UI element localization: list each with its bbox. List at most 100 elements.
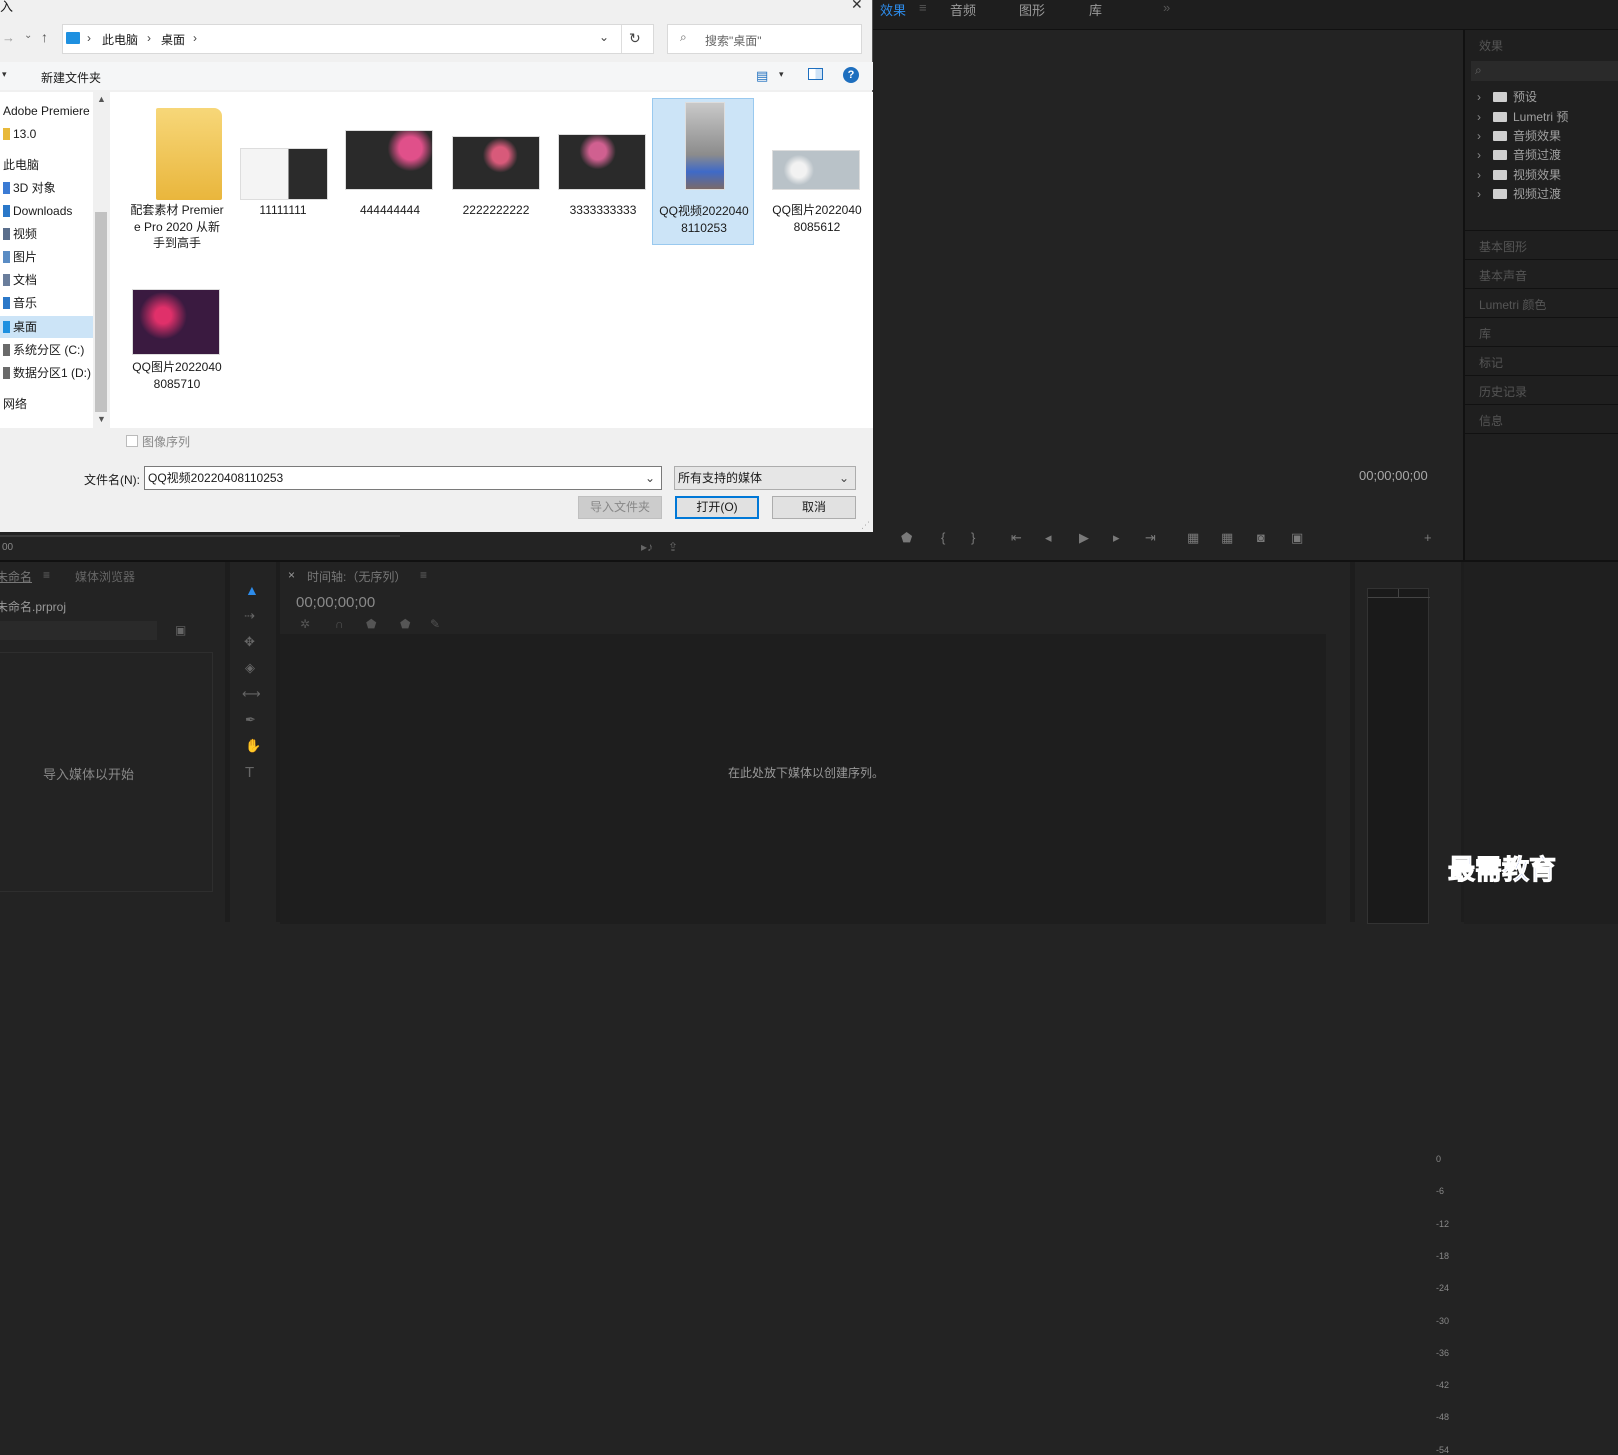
view-mode-icon[interactable]: ▤ <box>756 68 768 84</box>
effects-folder-video-transitions[interactable]: › 视频过渡 <box>1477 185 1561 202</box>
folder-item[interactable]: 配套素材 Premiere Pro 2020 从新手到高手 <box>129 102 225 250</box>
go-to-in-icon[interactable]: ⇤ <box>1011 530 1022 546</box>
tab-timeline[interactable]: 时间轴:（无序列） <box>307 568 406 585</box>
effects-folder-audio-transitions[interactable]: › 音频过渡 <box>1477 146 1561 163</box>
nav-item[interactable]: 音乐 <box>0 292 93 314</box>
nav-item[interactable]: 13.0 <box>0 123 93 145</box>
chevron-down-icon[interactable]: ⌄ <box>645 467 655 489</box>
wrench-icon[interactable]: ✎ <box>430 617 440 631</box>
tab-menu-icon[interactable]: ≡ <box>919 0 927 16</box>
preview-pane-icon[interactable] <box>808 68 823 80</box>
panel-info[interactable]: 信息 <box>1465 404 1618 434</box>
nav-item[interactable]: 3D 对象 <box>0 177 93 199</box>
tab-graphics[interactable]: 图形 <box>1019 0 1045 18</box>
pen-tool-icon[interactable]: ✒ <box>245 712 256 728</box>
file-item[interactable]: 11111111 <box>235 102 331 242</box>
tab-menu-icon[interactable]: ≡ <box>420 568 427 582</box>
hand-tool-icon[interactable]: ✋ <box>245 738 261 754</box>
panel-essential-sound[interactable]: 基本声音 <box>1465 259 1618 288</box>
nav-item[interactable]: 视频 <box>0 223 93 245</box>
effects-folder-presets[interactable]: › 预设 <box>1477 88 1537 105</box>
nav-item[interactable]: 系统分区 (C:) <box>0 339 93 361</box>
nav-item[interactable]: 网络 <box>0 393 93 415</box>
effects-search-input[interactable]: ⌕ <box>1471 61 1618 81</box>
overwrite-icon[interactable]: ⇪ <box>668 540 678 554</box>
effects-folder-video-effects[interactable]: › 视频效果 <box>1477 166 1561 183</box>
forward-icon[interactable]: → <box>2 30 15 45</box>
scroll-thumb[interactable] <box>95 212 107 412</box>
tab-libraries[interactable]: 库 <box>1089 0 1102 18</box>
tab-project[interactable]: 未命名 <box>0 568 32 585</box>
help-icon[interactable]: ? <box>843 67 859 83</box>
play-icon[interactable]: ▶ <box>1079 530 1089 546</box>
lift-icon[interactable]: ▦ <box>1187 530 1199 546</box>
filename-field[interactable]: QQ视频20220408110253 ⌄ <box>144 466 662 490</box>
import-folder-button[interactable]: 导入文件夹 <box>578 496 662 519</box>
selection-tool-icon[interactable]: ▲ <box>245 582 259 598</box>
new-folder-button[interactable]: 新建文件夹 <box>41 69 101 86</box>
add-marker-icon[interactable]: ⬟ <box>901 530 912 546</box>
nav-item[interactable]: Downloads <box>0 200 93 222</box>
panel-markers[interactable]: 标记 <box>1465 346 1618 375</box>
address-bar[interactable]: › 此电脑 › 桌面 › ⌄ ↻ <box>62 24 654 54</box>
type-tool-icon[interactable]: T <box>245 764 254 781</box>
compare-icon[interactable]: ▣ <box>1291 530 1303 546</box>
file-item[interactable]: 3333333333 <box>555 102 651 242</box>
file-item[interactable]: 2222222222 <box>448 102 544 242</box>
tab-effects[interactable]: 效果 <box>880 0 906 18</box>
source-scrub-bar[interactable] <box>0 535 400 537</box>
file-type-select[interactable]: 所有支持的媒体 ⌄ <box>674 466 856 490</box>
recent-locations-icon[interactable]: ⌄ <box>24 30 32 41</box>
scroll-up-icon[interactable]: ▲ <box>97 94 106 104</box>
file-item[interactable]: QQ图片20220408085612 <box>769 102 865 242</box>
mark-in-icon[interactable]: { <box>941 530 945 545</box>
file-item[interactable]: 444444444 <box>342 102 438 242</box>
panel-lumetri-color[interactable]: Lumetri 颜色 <box>1465 288 1618 317</box>
scroll-down-icon[interactable]: ▼ <box>97 414 106 424</box>
ripple-edit-icon[interactable]: ✥ <box>244 634 255 650</box>
timeline-drop-area[interactable]: 在此处放下媒体以创建序列。 <box>280 634 1326 924</box>
panel-history[interactable]: 历史记录 <box>1465 375 1618 404</box>
close-icon[interactable]: × <box>288 568 295 582</box>
step-back-icon[interactable]: ◂ <box>1045 530 1052 546</box>
track-select-icon[interactable]: ⇢ <box>244 608 255 624</box>
export-frame-icon[interactable]: ◙ <box>1257 530 1265 545</box>
marker-icon[interactable]: ⬟ <box>400 617 410 631</box>
project-drop-area[interactable]: 导入媒体以开始 <box>0 652 213 892</box>
chevron-down-icon[interactable]: ▾ <box>779 69 784 80</box>
go-to-out-icon[interactable]: ⇥ <box>1145 530 1156 546</box>
mark-out-icon[interactable]: } <box>971 530 975 545</box>
slip-tool-icon[interactable]: ⟷ <box>242 686 261 702</box>
tab-audio[interactable]: 音频 <box>950 0 976 18</box>
organize-dropdown-icon[interactable]: ▾ <box>2 69 7 80</box>
close-button[interactable]: ✕ <box>851 0 863 13</box>
nav-item[interactable]: 图片 <box>0 246 93 268</box>
project-search-input[interactable] <box>0 621 157 640</box>
more-tabs-icon[interactable]: » <box>1163 0 1170 16</box>
chevron-down-icon[interactable]: ⌄ <box>839 467 849 489</box>
refresh-icon[interactable]: ↻ <box>629 30 641 47</box>
nav-item[interactable]: 文档 <box>0 269 93 291</box>
linked-selection-icon[interactable]: ∩ <box>335 617 344 631</box>
add-button-icon[interactable]: + <box>1424 530 1432 545</box>
tab-menu-icon[interactable]: ≡ <box>43 568 50 582</box>
tab-media-browser[interactable]: 媒体浏览器 <box>75 568 135 585</box>
step-forward-icon[interactable]: ▸ <box>1113 530 1120 546</box>
file-item[interactable]: QQ视频20220408110253 <box>652 98 754 245</box>
nav-item[interactable]: 数据分区1 (D:) <box>0 362 93 384</box>
panel-libraries[interactable]: 库 <box>1465 317 1618 346</box>
up-icon[interactable]: ↑ <box>41 29 48 45</box>
effects-folder-lumetri[interactable]: › Lumetri 预 <box>1477 108 1568 125</box>
chevron-down-icon[interactable]: ⌄ <box>599 30 609 44</box>
razor-tool-icon[interactable]: ◈ <box>245 660 255 676</box>
effects-folder-audio-effects[interactable]: › 音频效果 <box>1477 127 1561 144</box>
file-item[interactable]: QQ图片20220408085710 <box>129 267 225 407</box>
search-input[interactable]: ⌕ 搜索"桌面" <box>667 24 862 54</box>
image-sequence-checkbox[interactable] <box>126 435 138 447</box>
new-bin-icon[interactable]: ▣ <box>175 623 186 637</box>
nav-item[interactable]: 桌面 <box>0 316 93 338</box>
cancel-button[interactable]: 取消 <box>772 496 856 519</box>
resize-grip-icon[interactable]: ⋰ <box>861 520 870 531</box>
extract-icon[interactable]: ▦ <box>1221 530 1233 546</box>
nav-scrollbar[interactable]: ▲ ▼ <box>93 92 110 428</box>
